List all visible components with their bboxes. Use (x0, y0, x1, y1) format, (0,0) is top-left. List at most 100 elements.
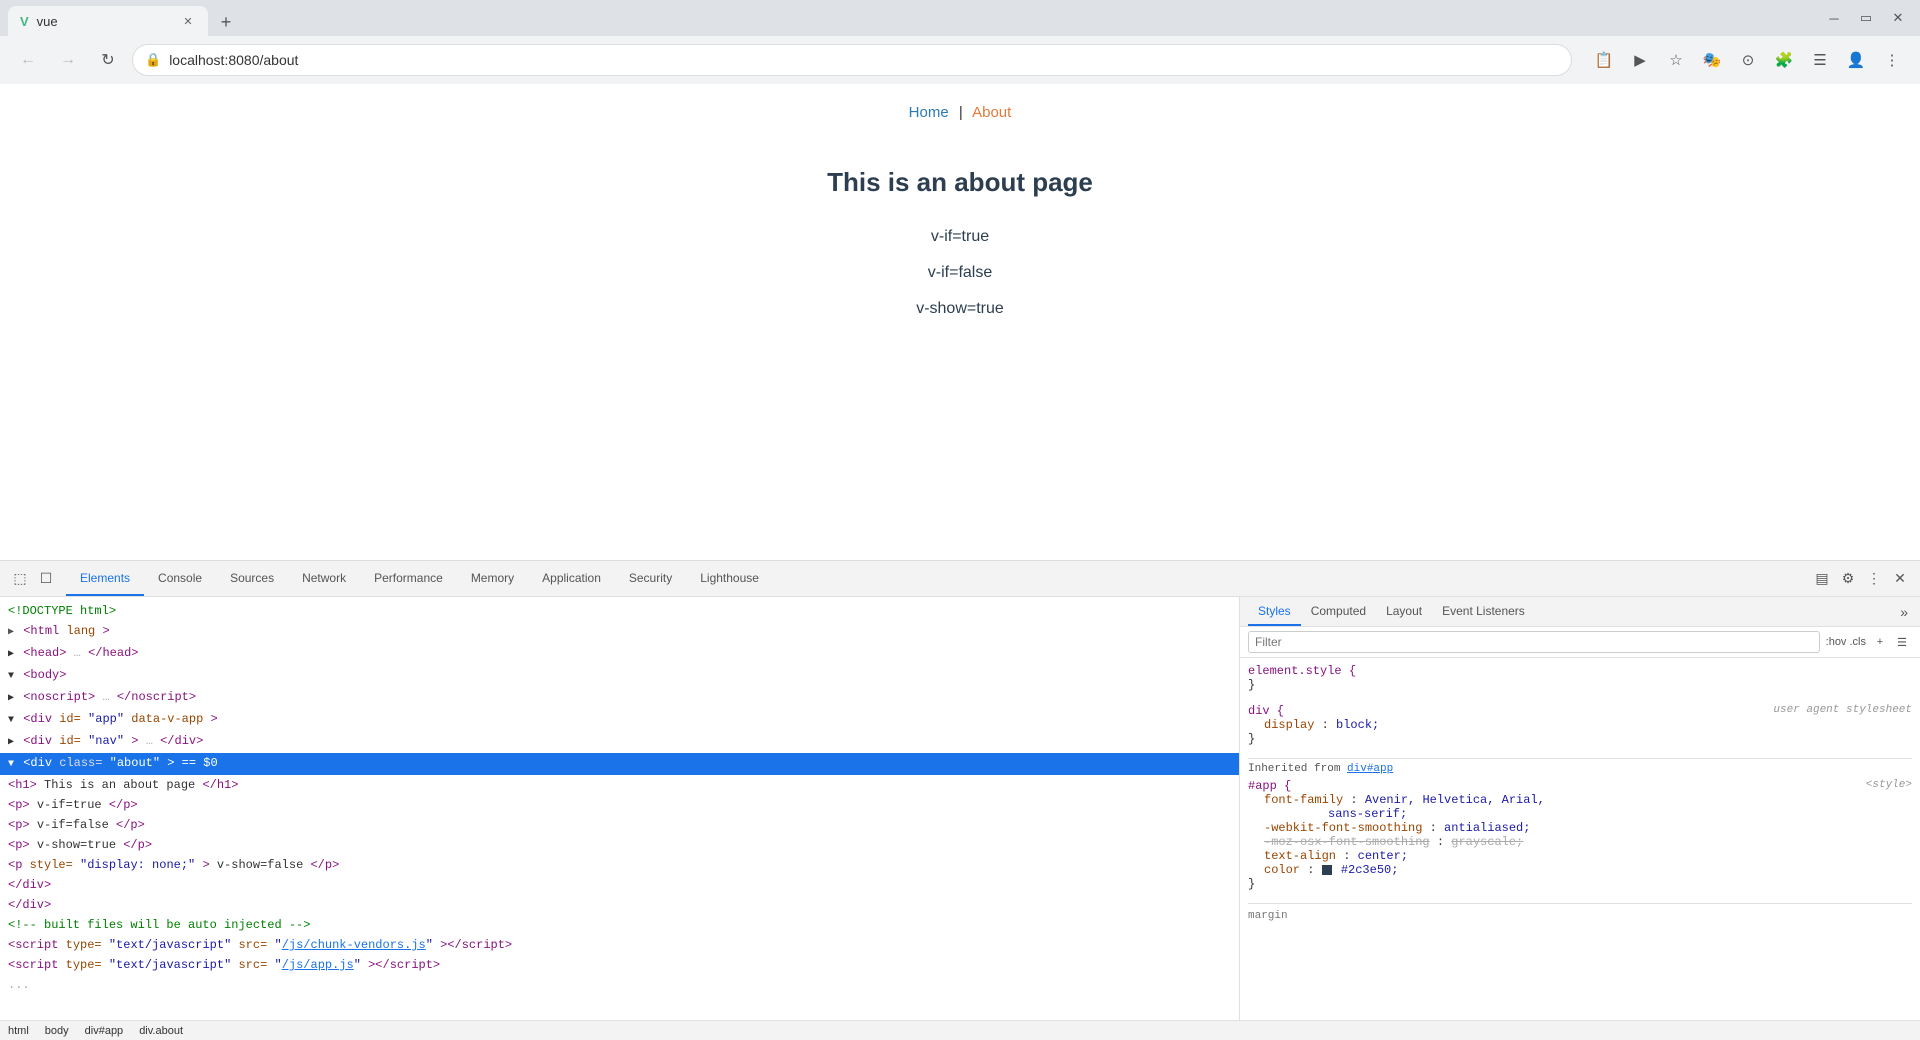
address-bar: ← → ↻ 🔒 localhost:8080/about 📋 ▶ ☆ 🎭 ⊙ 🧩… (0, 36, 1920, 84)
browser-window: V vue ✕ + ─ ▭ ✕ ← → ↻ 🔒 localhost:8080/a… (0, 0, 1920, 1040)
inherited-link[interactable]: div#app (1347, 763, 1393, 775)
html-line[interactable]: <html lang > (0, 621, 1239, 643)
margin-label: margin (1248, 903, 1912, 922)
add-style-icon[interactable]: + (1870, 632, 1890, 652)
circle-icon[interactable]: ⊙ (1732, 44, 1764, 76)
media-icon[interactable]: ▶ (1624, 44, 1656, 76)
elements-panel: <!DOCTYPE html> <html lang > ▶ <head> … … (0, 597, 1240, 1020)
styles-more-icon[interactable]: » (1896, 604, 1912, 620)
new-tab-button[interactable]: + (212, 8, 240, 36)
tab-performance[interactable]: Performance (360, 561, 457, 596)
body-open-line[interactable]: ▼ <body> (0, 665, 1239, 687)
devtools-more-icon[interactable]: ⋮ (1862, 567, 1886, 591)
doctype-line[interactable]: <!DOCTYPE html> (0, 601, 1239, 621)
styles-tab-computed[interactable]: Computed (1301, 597, 1376, 626)
vif-false-text: v-if=false (928, 264, 992, 282)
devtools-layout-icon[interactable]: ▤ (1810, 567, 1834, 591)
inspect-element-icon[interactable]: ⬚ (8, 567, 32, 591)
devtools-close-icon[interactable]: ✕ (1888, 567, 1912, 591)
vshow-true-text: v-show=true (916, 300, 1004, 318)
tab-application[interactable]: Application (528, 561, 615, 596)
tab-network[interactable]: Network (288, 561, 360, 596)
element-style-rule: element.style { } (1248, 664, 1912, 692)
home-link[interactable]: Home (909, 104, 949, 121)
close-button[interactable]: ✕ (1884, 4, 1912, 32)
div-app-close-line[interactable]: </div> (0, 895, 1239, 915)
styles-filter-icons: + ☰ (1870, 632, 1912, 652)
tab-console[interactable]: Console (144, 561, 216, 596)
p-vif-false-line[interactable]: <p> v-if=false </p> (0, 815, 1239, 835)
div-close-line[interactable]: </div> (0, 875, 1239, 895)
styles-body: element.style { } div { user agent style… (1240, 658, 1920, 1020)
styles-filter-row: :hov .cls + ☰ (1240, 627, 1920, 658)
list-icon[interactable]: ☰ (1804, 44, 1836, 76)
p-vif-true-line[interactable]: <p> v-if=true </p> (0, 795, 1239, 815)
breadcrumb-div-app[interactable]: div#app (85, 1025, 124, 1037)
devtools-left-icons: ⬚ ☐ (8, 567, 58, 591)
tab-strip: V vue ✕ + (8, 0, 1812, 36)
breadcrumb-div-about[interactable]: div.about (139, 1025, 183, 1037)
inherited-from-label: Inherited from div#app (1248, 758, 1912, 775)
color-swatch (1322, 865, 1332, 875)
breadcrumb-body[interactable]: body (45, 1025, 69, 1037)
address-input-wrap[interactable]: 🔒 localhost:8080/about (132, 44, 1572, 76)
div-about-line[interactable]: ▼ <div class= "about" > == $0 (0, 753, 1239, 775)
tab-lighthouse[interactable]: Lighthouse (686, 561, 773, 596)
devtools-settings-icon[interactable]: ⚙ (1836, 567, 1860, 591)
reload-button[interactable]: ↻ (92, 44, 124, 76)
styles-filter-input[interactable] (1248, 631, 1820, 653)
back-button[interactable]: ← (12, 44, 44, 76)
script-app-line[interactable]: <script type= "text/javascript" src= "/j… (0, 955, 1239, 975)
maximize-button[interactable]: ▭ (1852, 4, 1880, 32)
styles-panel: Styles Computed Layout Event Listeners »… (1240, 597, 1920, 1020)
styles-pseudo-filter: :hov .cls (1826, 636, 1866, 648)
styles-tabs: Styles Computed Layout Event Listeners » (1240, 597, 1920, 627)
comment-built-line[interactable]: <!-- built files will be auto injected -… (0, 915, 1239, 935)
tab-elements[interactable]: Elements (66, 561, 144, 596)
p-vshow-true-line[interactable]: <p> v-show=true </p> (0, 835, 1239, 855)
url-display: localhost:8080/about (169, 52, 1559, 68)
devtools-body: <!DOCTYPE html> <html lang > ▶ <head> … … (0, 597, 1920, 1020)
profile-icon[interactable]: 👤 (1840, 44, 1872, 76)
dots-line: ... (0, 975, 1239, 995)
browser-toolbar-icons: 📋 ▶ ☆ 🎭 ⊙ 🧩 ☰ 👤 ⋮ (1588, 44, 1908, 76)
bookmark-icon[interactable]: ☆ (1660, 44, 1692, 76)
devtools-statusbar: html body div#app div.about (0, 1020, 1920, 1040)
breadcrumb-html[interactable]: html (8, 1025, 29, 1037)
tab-close-button[interactable]: ✕ (180, 13, 196, 29)
vue-logo-icon: V (20, 14, 29, 29)
page-nav: Home | About (909, 84, 1012, 137)
cast-icon[interactable]: 📋 (1588, 44, 1620, 76)
vif-true-text: v-if=true (931, 228, 989, 246)
forward-button[interactable]: → (52, 44, 84, 76)
more-icon[interactable]: ⋮ (1876, 44, 1908, 76)
minimize-button[interactable]: ─ (1820, 4, 1848, 32)
toggle-classes-icon[interactable]: ☰ (1892, 632, 1912, 652)
tab-memory[interactable]: Memory (457, 561, 528, 596)
browser-tab[interactable]: V vue ✕ (8, 6, 208, 36)
div-nav-line[interactable]: ▶ <div id= "nav" > … </div> (0, 731, 1239, 753)
head-line[interactable]: ▶ <head> … </head> (0, 643, 1239, 665)
app-style-rule: #app { <style> font-family : Avenir, Hel… (1248, 779, 1912, 891)
tab-sources[interactable]: Sources (216, 561, 288, 596)
div-app-line[interactable]: ▼ <div id= "app" data-v-app > (0, 709, 1239, 731)
h1-line[interactable]: <h1> This is an about page </h1> (0, 775, 1239, 795)
collapse-triangle[interactable] (8, 627, 14, 638)
nav-separator: | (959, 104, 963, 121)
styles-tab-layout[interactable]: Layout (1376, 597, 1432, 626)
user-agent-source: user agent stylesheet (1773, 704, 1912, 716)
styles-tab-styles[interactable]: Styles (1248, 597, 1301, 626)
theme-icon[interactable]: 🎭 (1696, 44, 1728, 76)
content-area: Home | About This is an about page v-if=… (0, 84, 1920, 1040)
title-bar: V vue ✕ + ─ ▭ ✕ (0, 0, 1920, 36)
responsive-mode-icon[interactable]: ☐ (34, 567, 58, 591)
div-style-rule: div { user agent stylesheet display : bl… (1248, 704, 1912, 746)
script-vendors-line[interactable]: <script type= "text/javascript" src= "/j… (0, 935, 1239, 955)
noscript-line[interactable]: ▶ <noscript> … </noscript> (0, 687, 1239, 709)
extensions-icon[interactable]: 🧩 (1768, 44, 1800, 76)
styles-tab-event-listeners[interactable]: Event Listeners (1432, 597, 1535, 626)
tab-security[interactable]: Security (615, 561, 686, 596)
about-link[interactable]: About (972, 104, 1011, 121)
page-content: Home | About This is an about page v-if=… (0, 84, 1920, 560)
p-vshow-false-line[interactable]: <p style= "display: none;" > v-show=fals… (0, 855, 1239, 875)
